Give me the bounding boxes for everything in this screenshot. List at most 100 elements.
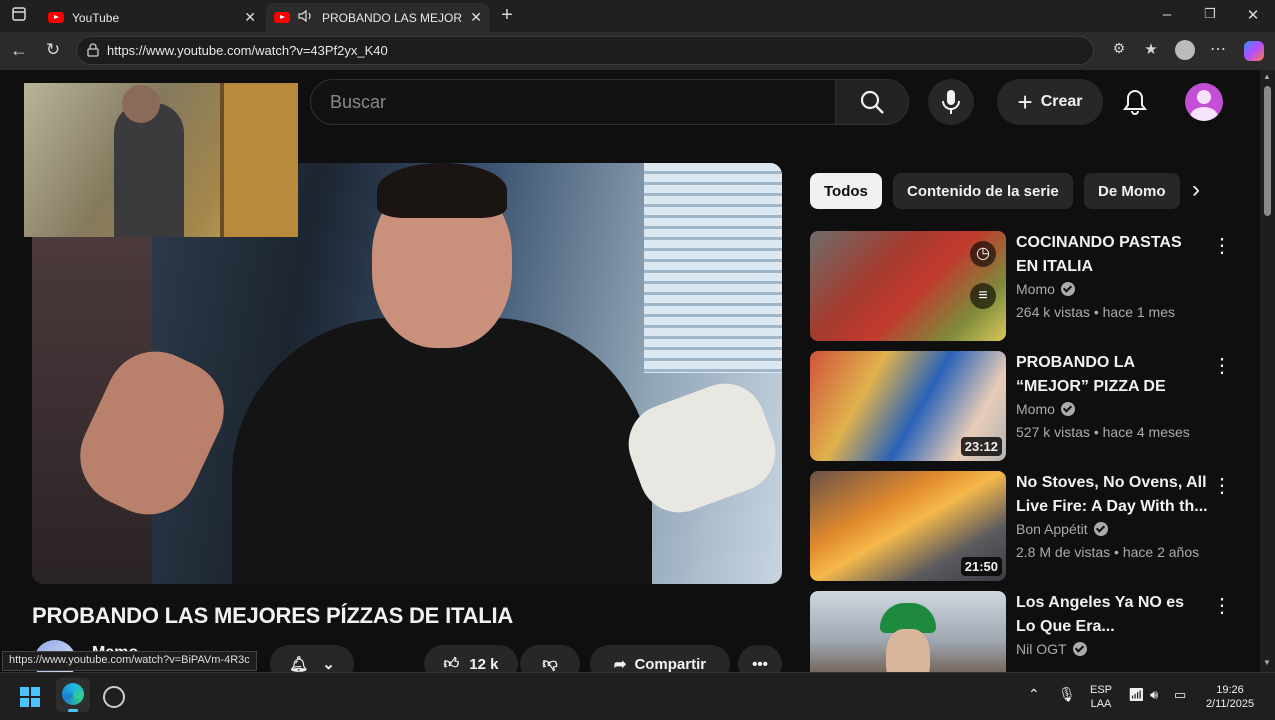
chevron-down-icon: ⌄ <box>322 656 335 672</box>
verified-icon <box>1093 522 1108 536</box>
close-tab-icon[interactable]: ✕ <box>470 9 482 26</box>
wifi-icon[interactable]: 📶︎ <box>1128 688 1145 702</box>
app-taskbar-icon[interactable] <box>103 686 125 708</box>
chip-series[interactable]: Contenido de la serie <box>893 173 1073 209</box>
microphone-icon <box>942 90 960 114</box>
scroll-up-icon[interactable]: ▲ <box>1263 72 1271 81</box>
channel-name[interactable]: Momo <box>1016 401 1055 417</box>
voice-search-button[interactable] <box>928 79 974 125</box>
tab-youtube[interactable]: YouTube ✕ <box>40 3 264 32</box>
verified-icon <box>1072 642 1087 656</box>
channel-name[interactable]: Momo <box>1016 281 1055 297</box>
url-text: https://www.youtube.com/watch?v=43Pf2yx_… <box>107 43 388 58</box>
dislike-button[interactable]: 👎︎ <box>520 645 580 672</box>
video-title[interactable]: Los Angeles Ya NO es Lo Que Era... <box>1016 591 1208 639</box>
restore-icon[interactable]: ❐ <box>1199 6 1221 22</box>
chip-label: Todos <box>824 182 868 200</box>
chip-de-momo[interactable]: De Momo <box>1084 173 1180 209</box>
chevron-right-icon[interactable]: › <box>1192 176 1200 204</box>
more-options-icon[interactable]: ⋮ <box>1212 353 1232 378</box>
battery-icon[interactable]: ▭ <box>1174 688 1186 702</box>
thumbs-down-icon: 👎︎ <box>542 655 558 672</box>
more-options-icon[interactable]: ⋮ <box>1212 473 1232 498</box>
tab-actions-icon[interactable] <box>8 7 30 25</box>
youtube-page: Buscar + Crear PROBANDO LAS MEJORES PÍZZ… <box>10 70 1275 672</box>
search-input[interactable]: Buscar <box>310 79 836 125</box>
video-thumbnail[interactable]: ◷ ≡ <box>810 231 1006 341</box>
profile-icon[interactable] <box>1175 40 1195 60</box>
share-button[interactable]: ➦ Compartir <box>590 645 730 672</box>
search-placeholder: Buscar <box>330 91 387 112</box>
more-options-icon[interactable]: ⋮ <box>1212 233 1232 258</box>
edge-icon <box>62 683 84 705</box>
tab-active-video[interactable]: PROBANDO LAS MEJORES P ✕ <box>266 3 490 32</box>
tab-label: PROBANDO LAS MEJORES P <box>322 10 462 25</box>
close-tab-icon[interactable]: ✕ <box>244 9 256 26</box>
channel-name[interactable]: Bon Appétit <box>1016 521 1088 537</box>
verified-icon <box>1060 402 1075 416</box>
more-dots-icon: ••• <box>752 655 768 673</box>
minimize-icon[interactable]: – <box>1156 6 1178 23</box>
recommendation-card[interactable]: 23:12 PROBANDO LA “MEJOR” PIZZA DE ARGEN… <box>810 351 1250 463</box>
clock[interactable]: 19:26 2/11/2025 <box>1198 683 1262 711</box>
scrollbar-thumb[interactable] <box>1264 86 1271 216</box>
search-button[interactable] <box>835 79 909 125</box>
scroll-down-icon[interactable]: ▼ <box>1263 658 1271 667</box>
page-scrollbar[interactable]: ▲ ▼ <box>1260 70 1275 672</box>
youtube-logo-icon <box>274 12 290 23</box>
video-title[interactable]: PROBANDO LA “MEJOR” PIZZA DE ARGENTINA? <box>1016 351 1208 399</box>
preview-thumbnail[interactable] <box>24 83 298 237</box>
recommendation-card[interactable]: ◷ ≡ COCINANDO PASTAS EN ITALIA Momo 264 … <box>810 231 1250 343</box>
site-info-icon[interactable] <box>86 43 100 60</box>
account-avatar[interactable] <box>1185 83 1223 121</box>
add-to-queue-icon[interactable]: ≡ <box>970 283 996 309</box>
menu-dots-icon[interactable]: ⋯ <box>1207 39 1229 59</box>
refresh-icon[interactable]: ↻ <box>42 40 64 60</box>
close-window-icon[interactable]: ✕ <box>1242 6 1264 24</box>
recommendation-card[interactable]: Los Angeles Ya NO es Lo Que Era... Nil O… <box>810 591 1250 672</box>
copilot-icon[interactable] <box>1244 41 1264 61</box>
like-button[interactable]: 👍︎ 12 k <box>424 645 518 672</box>
channel-row: Momo <box>1016 401 1075 417</box>
tab-label: YouTube <box>72 10 120 25</box>
chip-todos[interactable]: Todos <box>810 173 882 209</box>
channel-name[interactable]: Nil OGT <box>1016 641 1067 657</box>
favorites-icon[interactable]: ★ <box>1140 40 1162 58</box>
create-button[interactable]: + Crear <box>997 79 1103 125</box>
recommendation-card[interactable]: 21:50 No Stoves, No Ovens, All Live Fire… <box>810 471 1250 583</box>
video-meta: 527 k vistas • hace 4 meses <box>1016 424 1190 440</box>
edge-taskbar-button[interactable] <box>56 678 90 712</box>
back-icon[interactable]: ← <box>8 40 30 61</box>
view-count: 2.8 M de vistas <box>1016 544 1111 560</box>
video-thumbnail[interactable]: 21:50 <box>810 471 1006 581</box>
video-thumbnail[interactable] <box>810 591 1006 672</box>
plus-icon: + <box>1017 86 1033 117</box>
watch-later-icon[interactable]: ◷ <box>970 241 996 267</box>
new-tab-icon[interactable]: + <box>496 4 518 27</box>
volume-icon[interactable]: 🔊︎ <box>1150 688 1158 702</box>
clock-date: 2/11/2025 <box>1205 698 1255 710</box>
language-indicator[interactable]: ESP LAA <box>1088 683 1114 711</box>
share-icon: ➦ <box>613 656 627 672</box>
address-bar[interactable]: https://www.youtube.com/watch?v=43Pf2yx_… <box>76 36 1094 65</box>
search-icon <box>860 90 884 114</box>
window-shutter <box>644 163 782 373</box>
youtube-logo-icon <box>48 12 64 23</box>
subscribe-bell-button[interactable]: 🔔︎ ⌄ <box>270 645 354 672</box>
notifications-bell-icon[interactable] <box>1122 88 1148 121</box>
video-title: PROBANDO LAS MEJORES PÍZZAS DE ITALIA <box>32 603 514 628</box>
language-code: ESP <box>1089 684 1112 696</box>
extensions-icon[interactable]: ⚙ <box>1108 40 1130 57</box>
video-thumbnail[interactable]: 23:12 <box>810 351 1006 461</box>
windows-start-icon[interactable] <box>20 687 40 707</box>
more-options-icon[interactable]: ⋮ <box>1212 593 1232 618</box>
microphone-tray-icon[interactable]: 🎙︎ <box>1058 687 1076 701</box>
person-head <box>122 85 160 123</box>
video-title[interactable]: COCINANDO PASTAS EN ITALIA <box>1016 231 1208 279</box>
chevron-up-icon[interactable]: ⌃ <box>1028 687 1040 701</box>
video-title[interactable]: No Stoves, No Ovens, All Live Fire: A Da… <box>1016 471 1208 519</box>
bell-icon: 🔔︎ <box>289 656 309 672</box>
speaker-icon[interactable] <box>298 9 314 26</box>
upload-age: hace 1 mes <box>1102 304 1175 320</box>
more-actions-button[interactable]: ••• <box>738 645 782 672</box>
